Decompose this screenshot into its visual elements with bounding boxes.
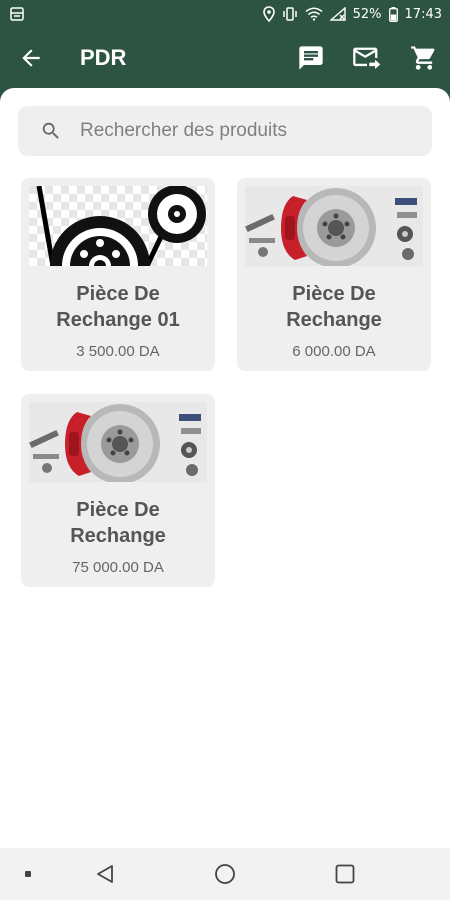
product-name: Pièce De Rechange [286, 283, 382, 331]
nav-home-icon[interactable] [214, 863, 236, 885]
location-icon [262, 6, 275, 22]
search-input[interactable] [78, 119, 412, 143]
message-forward-icon[interactable] [352, 44, 382, 72]
product-name: Pièce De Rechange [70, 499, 166, 547]
chat-icon[interactable] [297, 44, 325, 72]
product-card[interactable]: Pièce De Rechange 01 3 500.00 DA [21, 178, 215, 371]
search-icon [42, 122, 59, 139]
product-card[interactable]: Pièce De Rechange 6 000.00 DA [237, 178, 431, 371]
content-area: Pièce De Rechange 01 3 500.00 DA [0, 88, 450, 848]
product-image-brake-disc [245, 186, 423, 266]
battery-percent: 52% [352, 6, 382, 22]
nav-back-icon[interactable] [94, 863, 116, 885]
product-price: 3 500.00 DA [76, 343, 160, 360]
status-bar: 52% 17:43 [0, 0, 450, 28]
dot-indicator-icon [25, 871, 31, 877]
battery-icon [388, 6, 398, 22]
nav-recents-icon[interactable] [334, 863, 356, 885]
signal-icon [329, 7, 346, 21]
product-price: 6 000.00 DA [292, 343, 376, 360]
system-nav-bar [0, 848, 450, 900]
wifi-icon [305, 7, 323, 21]
product-price: 75 000.00 DA [72, 559, 164, 576]
clock: 17:43 [404, 6, 442, 22]
product-image-timing-belt [29, 186, 207, 266]
cart-icon[interactable] [410, 44, 438, 72]
app-bar: PDR [0, 28, 450, 88]
product-image-brake-disc [29, 402, 207, 482]
page-title: PDR [80, 45, 127, 70]
product-card[interactable]: Pièce De Rechange 75 000.00 DA [21, 394, 215, 587]
vibrate-icon [282, 7, 297, 21]
product-name: Pièce De Rechange 01 [56, 283, 180, 331]
back-arrow-icon[interactable] [18, 45, 44, 71]
notification-icon [10, 7, 24, 21]
search-bar[interactable] [18, 106, 432, 156]
